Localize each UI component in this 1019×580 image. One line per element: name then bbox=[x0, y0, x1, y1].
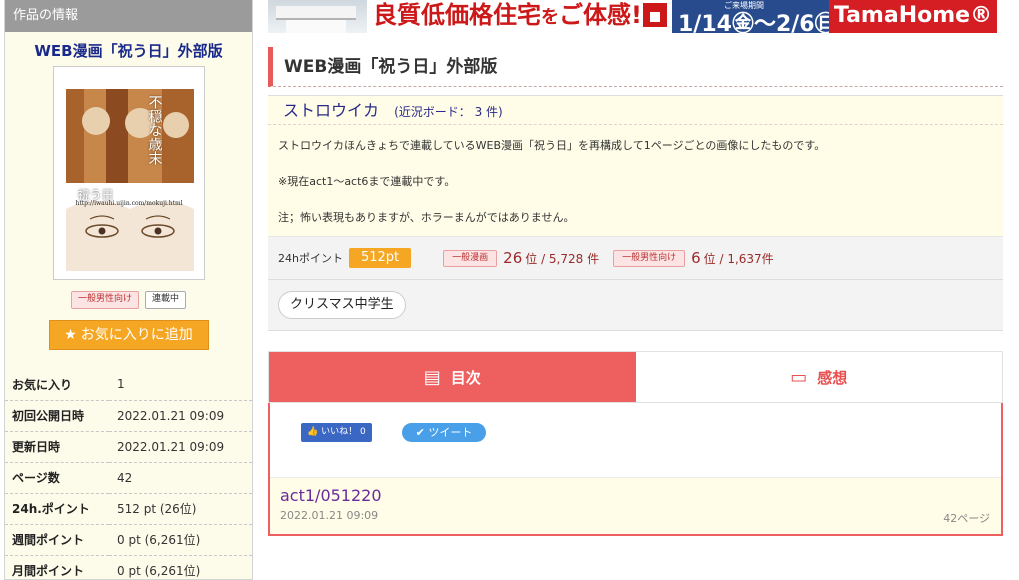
info-label: お気に入り bbox=[5, 369, 109, 401]
author-line: ストロウイカ (近況ボード： 3 件) bbox=[268, 95, 1003, 125]
info-label: 更新日時 bbox=[5, 431, 109, 463]
add-favorite-button[interactable]: ★ お気に入りに追加 bbox=[48, 320, 209, 350]
info-value: 2022.01.21 09:09 bbox=[109, 400, 252, 432]
like-label: いいね！ 0 bbox=[321, 427, 366, 437]
info-label: 初回公開日時 bbox=[5, 400, 109, 432]
banner-copy-a: 良質低価格住宅 bbox=[373, 1, 541, 29]
info-value: 1 bbox=[109, 369, 252, 401]
ranking-line: 24hポイント 512pt 一般漫画 26 位 / 5,728 件 一般男性向け… bbox=[268, 237, 1003, 280]
main-content: WEB漫画「祝う日」外部版 ストロウイカ (近況ボード： 3 件) ストロウイカ… bbox=[268, 47, 1003, 536]
comment-icon: ▭ bbox=[790, 366, 808, 388]
episode-item[interactable]: act1/051220 2022.01.21 09:09 42ページ bbox=[270, 477, 1001, 534]
tweet-button[interactable]: ✔ ツイート bbox=[401, 423, 487, 442]
author-link[interactable]: ストロウイカ bbox=[283, 101, 379, 120]
banner-brand-logo: TamaHome® bbox=[829, 0, 997, 33]
page-title: WEB漫画「祝う日」外部版 bbox=[268, 47, 1003, 87]
info-row: ページ数 42 bbox=[5, 462, 252, 494]
info-row: 初回公開日時 2022.01.21 09:09 bbox=[5, 400, 252, 432]
cover-art bbox=[65, 89, 194, 271]
info-label: 週間ポイント bbox=[5, 524, 109, 556]
bird-icon: ✔ bbox=[415, 426, 429, 439]
banner-date: ご来場期間 1/14㊎～2/6㊐ bbox=[672, 0, 837, 33]
description-line: 注；怖い表現もありますが、ホラーまんがではありません。 bbox=[278, 211, 575, 224]
house-photo bbox=[268, 0, 367, 33]
banner-copy: 良質低価格住宅をご体感! bbox=[367, 0, 672, 33]
info-value: 42 bbox=[109, 462, 252, 494]
points-label: 24hポイント bbox=[278, 252, 343, 265]
sidebar-header: 作品の情報 bbox=[5, 0, 252, 32]
social-buttons: 👍 いいね！ 0 ✔ ツイート bbox=[301, 423, 487, 442]
like-button[interactable]: 👍 いいね！ 0 bbox=[301, 423, 372, 442]
info-row: 週間ポイント 0 pt (6,261位) bbox=[5, 524, 252, 556]
info-value: 0 pt (6,261位) bbox=[109, 524, 252, 556]
tab-toc-label: 目次 bbox=[450, 368, 481, 387]
toc-panel: 👍 いいね！ 0 ✔ ツイート act1/051220 2022.01.21 0… bbox=[268, 403, 1003, 536]
hashtag-chip[interactable]: クリスマス中学生 bbox=[278, 291, 406, 319]
work-info-sidebar: 作品の情報 WEB漫画「祝う日」外部版 不穏な歳末 祝う日 http://iwa… bbox=[4, 0, 253, 580]
banner-copy-c: ご体感! bbox=[559, 1, 642, 29]
tab-comments[interactable]: ▭ 感想 bbox=[635, 352, 1002, 402]
work-info-table: お気に入り 1 初回公開日時 2022.01.21 09:09 更新日時 2022.0… bbox=[5, 369, 252, 579]
info-row: 24h.ポイント 512 pt (26位) bbox=[5, 493, 252, 525]
cover-vertical-text: 不穏な歳末 bbox=[146, 95, 163, 165]
rank-unit: 位 / 5,728 件 bbox=[525, 251, 600, 266]
star-icon: ★ bbox=[64, 327, 77, 343]
content-tabs: ▤ 目次 ▭ 感想 bbox=[268, 351, 1003, 403]
board-count-link[interactable]: (近況ボード： 3 件) bbox=[394, 105, 503, 119]
info-label: 24h.ポイント bbox=[5, 493, 109, 525]
info-value: 0 pt (6,261位) bbox=[109, 555, 252, 579]
episode-title[interactable]: act1/051220 bbox=[280, 486, 991, 505]
info-row: お気に入り 1 bbox=[5, 369, 252, 401]
info-label: 月間ポイント bbox=[5, 555, 109, 579]
info-value: 512 pt (26位) bbox=[109, 493, 252, 525]
cover-image[interactable]: 不穏な歳末 祝う日 http://iwauhi.uijin.com/mokuji… bbox=[52, 66, 205, 280]
banner-copy-b: を bbox=[541, 7, 559, 28]
rank-number: 26 bbox=[503, 249, 523, 267]
ad-banner[interactable]: 良質低価格住宅をご体感! ご来場期間 1/14㊎～2/6㊐ TamaHome® bbox=[268, 0, 997, 33]
tab-toc[interactable]: ▤ 目次 bbox=[269, 352, 636, 402]
thumbs-up-icon: 👍 bbox=[307, 427, 322, 437]
status-tag: 連載中 bbox=[145, 291, 187, 309]
rank-unit: 位 / 1,637件 bbox=[703, 251, 774, 266]
tag-line: クリスマス中学生 bbox=[268, 280, 1003, 331]
episode-page-count: 42ページ bbox=[943, 512, 990, 525]
home-icon bbox=[643, 3, 667, 27]
episode-date: 2022.01.21 09:09 bbox=[280, 509, 379, 522]
banner-date-main: 1/14㊎～2/6㊐ bbox=[678, 12, 837, 33]
work-description: ストロウイカほんきょちで連載しているWEB漫画「祝う日」を再構成して1ページごと… bbox=[268, 125, 1003, 237]
genre-tag: 一般男性向け bbox=[70, 291, 139, 309]
rank-number: 6 bbox=[691, 249, 701, 267]
info-value: 2022.01.21 09:09 bbox=[109, 431, 252, 463]
tweet-label: ツイート bbox=[428, 426, 473, 439]
add-favorite-label: お気に入りに追加 bbox=[80, 327, 193, 343]
rank-category-tag[interactable]: 一般漫画 bbox=[443, 249, 498, 267]
tab-comments-label: 感想 bbox=[817, 368, 848, 387]
info-row: 更新日時 2022.01.21 09:09 bbox=[5, 431, 252, 463]
info-label: ページ数 bbox=[5, 462, 109, 494]
info-row: 月間ポイント 0 pt (6,261位) bbox=[5, 555, 252, 579]
description-line: ストロウイカほんきょちで連載しているWEB漫画「祝う日」を再構成して1ページごと… bbox=[278, 139, 826, 152]
sidebar-tags: 一般男性向け 連載中 bbox=[5, 291, 252, 309]
cover-url-text: http://iwauhi.uijin.com/mokuji.html bbox=[75, 200, 183, 207]
rank-category-tag[interactable]: 一般男性向け bbox=[613, 249, 686, 267]
list-icon: ▤ bbox=[423, 366, 441, 388]
work-title[interactable]: WEB漫画「祝う日」外部版 bbox=[5, 40, 252, 60]
points-badge: 512pt bbox=[348, 248, 412, 268]
description-line: ※現在act1～act6まで連載中です。 bbox=[278, 175, 456, 188]
